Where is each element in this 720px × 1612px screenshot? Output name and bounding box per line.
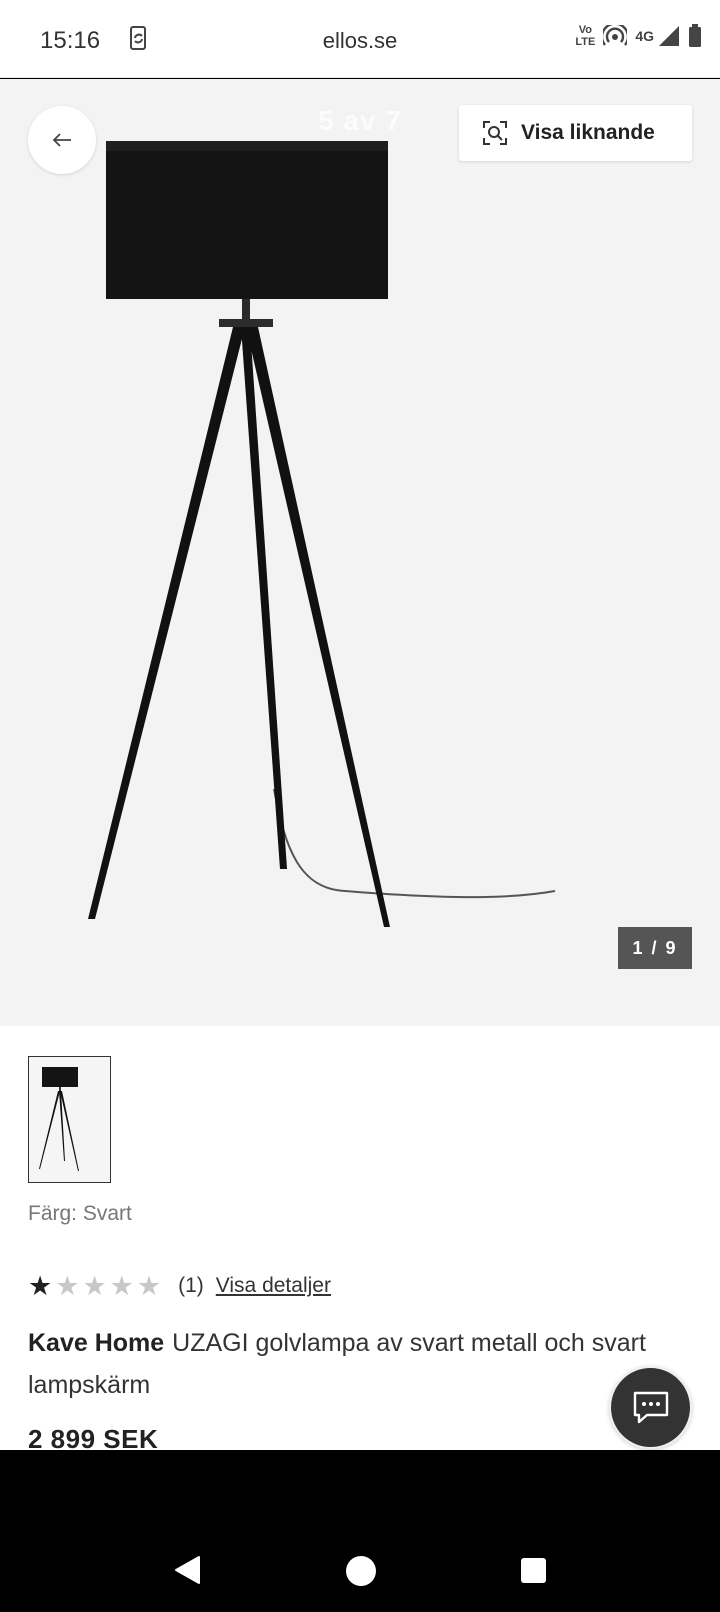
product-price: 2 899 SEK bbox=[28, 1424, 159, 1450]
system-nav-bar bbox=[0, 1450, 720, 1612]
rating-row: ★ ★ ★ ★ ★ (1) Visa detaljer bbox=[28, 1272, 331, 1300]
star-empty-icon: ★ bbox=[55, 1271, 80, 1301]
brand-name[interactable]: Kave Home bbox=[28, 1329, 164, 1357]
product-gallery[interactable]: 5 av 7 Visa liknande 1 / 9 bbox=[0, 79, 720, 1026]
star-empty-icon: ★ bbox=[109, 1271, 134, 1301]
chat-icon bbox=[633, 1391, 668, 1423]
battery-icon bbox=[689, 24, 701, 47]
hotspot-icon bbox=[603, 25, 628, 46]
status-icons: Vo LTE 4G bbox=[575, 24, 702, 48]
thumbnail-image bbox=[39, 1067, 79, 1171]
color-value: Svart bbox=[82, 1202, 132, 1225]
color-thumbnail[interactable] bbox=[28, 1056, 111, 1183]
review-count: (1) bbox=[178, 1274, 204, 1297]
volte-indicator: Vo LTE bbox=[575, 24, 596, 48]
star-filled-icon: ★ bbox=[28, 1271, 53, 1301]
color-label: Färg: Svart bbox=[28, 1202, 132, 1225]
show-details-link[interactable]: Visa detaljer bbox=[216, 1274, 331, 1298]
star-empty-icon: ★ bbox=[82, 1271, 107, 1301]
status-bar: 15:16 ellos.se Vo LTE 4G bbox=[0, 0, 720, 78]
show-similar-label: Visa liknande bbox=[521, 121, 655, 144]
nav-back-icon[interactable] bbox=[173, 1555, 201, 1585]
nav-home-icon[interactable] bbox=[346, 1556, 376, 1586]
image-counter: 1 / 9 bbox=[618, 927, 692, 969]
product-image bbox=[88, 141, 556, 927]
visual-search-icon bbox=[483, 121, 507, 145]
product-title: Kave Home UZAGI golvlampa av svart metall… bbox=[28, 1322, 668, 1406]
product-info: Färg: Svart ★ ★ ★ ★ ★ (1) Visa detaljer … bbox=[0, 1026, 720, 1450]
network-type: 4G bbox=[635, 28, 654, 44]
signal-icon bbox=[659, 26, 679, 46]
star-empty-icon: ★ bbox=[136, 1271, 162, 1301]
show-similar-button[interactable]: Visa liknande bbox=[459, 105, 692, 161]
nav-recents-icon[interactable] bbox=[521, 1558, 546, 1583]
chat-button[interactable] bbox=[609, 1366, 692, 1449]
